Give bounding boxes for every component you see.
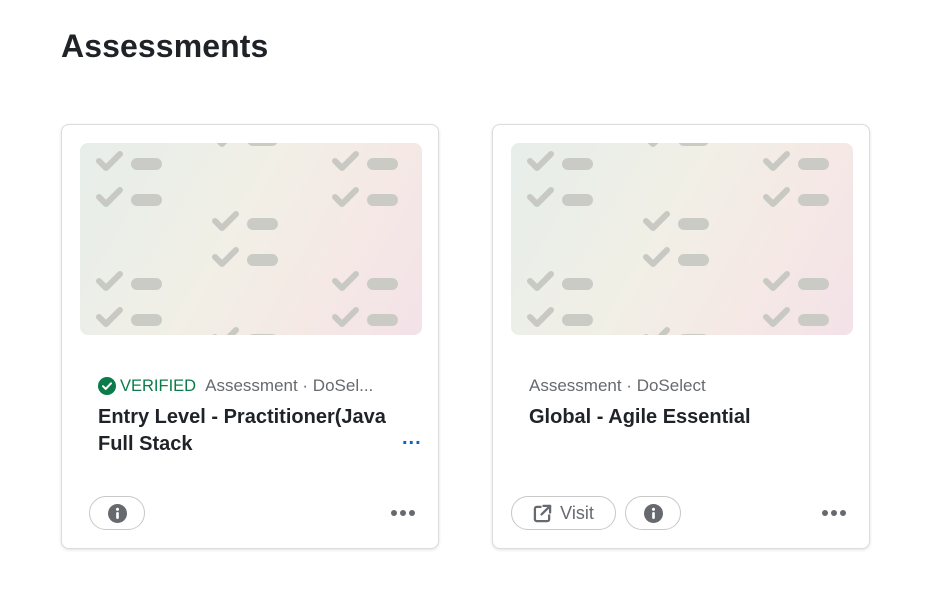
card-meta: Assessment · DoSelect <box>529 375 829 397</box>
info-button[interactable] <box>625 496 681 530</box>
assessment-banner-image <box>80 143 422 335</box>
see-more-link[interactable]: ... <box>402 428 422 448</box>
info-button[interactable] <box>89 496 145 530</box>
assessment-banner-image <box>511 143 853 335</box>
visit-button[interactable]: Visit <box>511 496 616 530</box>
info-circle-icon <box>643 503 663 523</box>
check-circle-icon <box>98 377 116 395</box>
more-options-button[interactable] <box>388 503 418 523</box>
more-options-button[interactable] <box>819 503 849 523</box>
card-meta: VERIFIED Assessment · DoSel... <box>98 375 398 397</box>
card-title[interactable]: Entry Level - Practitioner(Java Full Sta… <box>98 404 398 458</box>
checklist-pattern-icon <box>80 143 422 335</box>
page-title: Assessments <box>61 28 269 64</box>
visit-label: Visit <box>560 502 594 523</box>
ellipsis-horizontal-icon <box>391 510 415 516</box>
external-link-icon <box>533 504 552 522</box>
card-subtitle: Assessment · DoSel... <box>205 376 374 395</box>
assessment-card[interactable]: VERIFIED Assessment · DoSel... Entry Lev… <box>61 124 439 549</box>
info-circle-icon <box>107 503 127 523</box>
card-title[interactable]: Global - Agile Essential <box>529 404 829 431</box>
checklist-pattern-icon <box>511 143 853 335</box>
assessment-card[interactable]: Assessment · DoSelect Global - Agile Ess… <box>492 124 870 549</box>
ellipsis-horizontal-icon <box>822 510 846 516</box>
verified-label: VERIFIED <box>120 376 197 395</box>
card-subtitle: Assessment · DoSelect <box>529 376 706 395</box>
